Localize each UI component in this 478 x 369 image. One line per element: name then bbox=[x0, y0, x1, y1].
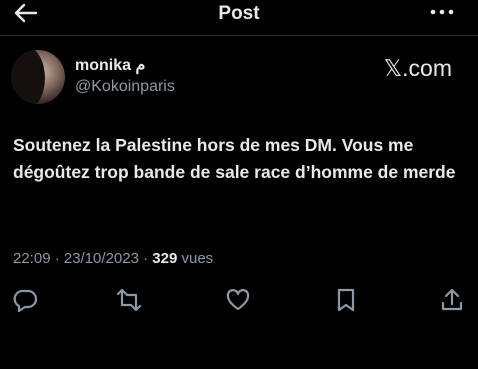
bookmark-icon[interactable] bbox=[332, 286, 360, 314]
x-watermark: 𝕏.com bbox=[383, 55, 452, 81]
page-title: Post bbox=[218, 3, 260, 24]
views-count[interactable]: 329 bbox=[152, 250, 177, 267]
author-display-name[interactable]: monika م bbox=[75, 55, 145, 75]
tweet-text: Soutenez la Palestine hors de mes DM. Vo… bbox=[13, 135, 456, 182]
reply-icon[interactable] bbox=[12, 286, 40, 314]
more-horizontal-icon[interactable] bbox=[428, 4, 456, 20]
action-bar bbox=[0, 286, 478, 316]
timestamp: 22:09 · 23/10/2023 · bbox=[13, 250, 153, 267]
avatar[interactable] bbox=[11, 50, 65, 104]
retweet-icon[interactable] bbox=[115, 286, 143, 314]
tweet-meta: 22:09 · 23/10/2023 · 329 vues bbox=[13, 250, 213, 267]
author-handle[interactable]: @Kokoinparis bbox=[75, 78, 175, 96]
share-icon[interactable] bbox=[438, 286, 466, 314]
like-icon[interactable] bbox=[224, 286, 252, 314]
views-label: vues bbox=[177, 250, 214, 267]
header-divider bbox=[0, 35, 478, 36]
top-bar: Post bbox=[0, 0, 478, 32]
